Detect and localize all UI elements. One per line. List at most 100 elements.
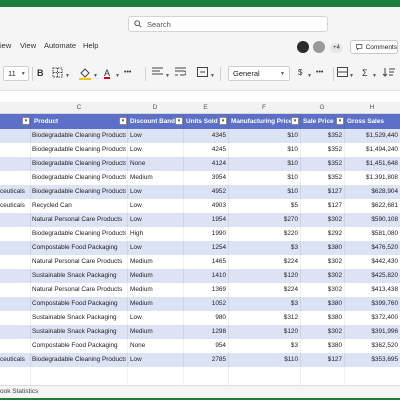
cell-discount-band[interactable]: Low [130, 185, 182, 199]
cell-industry[interactable]: ceuticals [0, 199, 29, 213]
cell-units-sold[interactable]: 1254 [183, 241, 226, 255]
cell-sale-price[interactable]: $302 [300, 269, 342, 283]
cell-sale-price[interactable]: $302 [300, 255, 342, 269]
fill-color-icon[interactable] [79, 67, 91, 83]
cell-gross-sales[interactable]: $1,391,808 [344, 171, 398, 185]
table-row[interactable]: ceuticals Recycled Can Low 4903 $5 $127 $622,6… [0, 199, 400, 213]
cell-manufacturing-price[interactable]: $3 [228, 241, 298, 255]
cell-product[interactable]: Biodegradable Cleaning Products [32, 143, 126, 157]
cell-discount-band[interactable]: None [130, 157, 182, 171]
cell-gross-sales[interactable]: $353,695 [344, 353, 398, 367]
cell-manufacturing-price[interactable]: $5 [228, 199, 298, 213]
cell-units-sold[interactable]: 1298 [183, 325, 226, 339]
chevron-down-icon[interactable]: ▼ [93, 70, 98, 82]
cell-units-sold[interactable]: 1410 [183, 269, 226, 283]
column-letter[interactable]: F [228, 104, 300, 111]
cell-product[interactable]: Sustainable Snack Packaging [32, 325, 126, 339]
cell-product[interactable]: Recycled Can [32, 199, 126, 213]
workbook-statistics-label[interactable]: ook Statistics [0, 388, 38, 395]
menu-view[interactable]: View [20, 41, 36, 50]
insert-cells-icon[interactable] [337, 67, 348, 80]
cell-gross-sales[interactable]: $590,108 [344, 213, 398, 227]
cell-units-sold[interactable]: 2785 [183, 353, 226, 367]
cell-product[interactable]: Compostable Food Packaging [32, 241, 126, 255]
table-row[interactable]: Sustainable Snack Packaging Medium 1410 $12… [0, 269, 400, 283]
bold-icon[interactable]: B [37, 67, 44, 79]
cell-discount-band[interactable]: Medium [130, 269, 182, 283]
cell-discount-band[interactable]: Low [130, 129, 182, 143]
font-size-select[interactable]: 11 ▼ [3, 66, 29, 81]
borders-icon[interactable] [52, 67, 63, 81]
cell-manufacturing-price[interactable]: $3 [228, 339, 298, 353]
cell-industry[interactable] [0, 171, 29, 185]
column-letter[interactable]: E [183, 104, 228, 111]
avatar[interactable] [297, 41, 309, 53]
filter-dropdown-icon[interactable]: ▾ [119, 117, 127, 125]
cell-industry[interactable] [0, 129, 29, 143]
cell-units-sold[interactable]: 4903 [183, 199, 226, 213]
chevron-down-icon[interactable]: ▼ [210, 70, 215, 82]
font-color-icon[interactable]: A [104, 67, 110, 79]
merge-cells-icon[interactable] [197, 67, 208, 80]
cell-gross-sales[interactable]: $1,494,240 [344, 143, 398, 157]
cell-manufacturing-price[interactable]: $312 [228, 311, 298, 325]
cell-sale-price[interactable]: $380 [300, 339, 342, 353]
cell-discount-band[interactable]: Medium [130, 297, 182, 311]
table-row[interactable]: Biodegradable Cleaning Products High 1990 $… [0, 227, 400, 241]
cell-discount-band[interactable]: Medium [130, 255, 182, 269]
align-icon[interactable] [152, 67, 163, 80]
cell-discount-band[interactable]: Medium [130, 171, 182, 185]
cell-units-sold[interactable]: 980 [183, 311, 226, 325]
cell-industry[interactable] [0, 283, 29, 297]
cell-manufacturing-price[interactable]: $120 [228, 325, 298, 339]
cell-units-sold[interactable]: 4245 [183, 143, 226, 157]
cell-gross-sales[interactable]: $425,820 [344, 269, 398, 283]
cell-gross-sales[interactable]: $581,080 [344, 227, 398, 241]
table-row[interactable]: Natural Personal Care Products Low 1954 $27… [0, 213, 400, 227]
cell-gross-sales[interactable]: $391,996 [344, 325, 398, 339]
cell-product[interactable]: Compostable Food Packaging [32, 297, 126, 311]
cell-gross-sales[interactable]: $413,438 [344, 283, 398, 297]
cell-industry[interactable] [0, 157, 29, 171]
cell-gross-sales[interactable]: $362,520 [344, 339, 398, 353]
cell-manufacturing-price[interactable]: $120 [228, 269, 298, 283]
cell-industry[interactable] [0, 311, 29, 325]
cell-units-sold[interactable]: 1990 [183, 227, 226, 241]
cell-manufacturing-price[interactable]: $110 [228, 353, 298, 367]
cell-gross-sales[interactable]: $399,760 [344, 297, 398, 311]
cell-manufacturing-price[interactable]: $10 [228, 185, 298, 199]
table-row[interactable]: ceuticals Biodegradable Cleaning Products… [0, 353, 400, 367]
cell-manufacturing-price[interactable]: $10 [228, 157, 298, 171]
cell-units-sold[interactable]: 3954 [183, 171, 226, 185]
cell-product[interactable]: Sustainable Snack Packaging [32, 311, 126, 325]
cell-industry[interactable]: ceuticals [0, 353, 29, 367]
autosum-icon[interactable]: Σ [362, 67, 368, 79]
cell-sale-price[interactable]: $302 [300, 325, 342, 339]
comments-button[interactable]: Comments [350, 40, 398, 54]
cell-industry[interactable] [0, 269, 29, 283]
cell-product[interactable]: Natural Personal Care Products [32, 255, 126, 269]
chevron-down-icon[interactable]: ▼ [372, 70, 377, 82]
table-row[interactable]: Compostable Food Packaging None 954 $3 $380 $… [0, 339, 400, 353]
cell-industry[interactable] [0, 143, 29, 157]
cell-manufacturing-price[interactable]: $10 [228, 143, 298, 157]
cell-discount-band[interactable]: Low [130, 143, 182, 157]
cell-industry[interactable] [0, 325, 29, 339]
cell-units-sold[interactable]: 954 [183, 339, 226, 353]
cell-units-sold[interactable]: 1465 [183, 255, 226, 269]
chevron-down-icon[interactable]: ▼ [115, 70, 120, 82]
chevron-down-icon[interactable]: ▼ [307, 70, 312, 82]
cell-gross-sales[interactable]: $1,451,648 [344, 157, 398, 171]
cell-manufacturing-price[interactable]: $224 [228, 283, 298, 297]
sort-filter-icon[interactable] [382, 67, 395, 81]
cell-manufacturing-price[interactable]: $3 [228, 297, 298, 311]
cell-manufacturing-price[interactable]: $10 [228, 171, 298, 185]
cell-manufacturing-price[interactable]: $220 [228, 227, 298, 241]
cell-units-sold[interactable]: 4124 [183, 157, 226, 171]
cell-discount-band[interactable]: Low [130, 213, 182, 227]
cell-industry[interactable] [0, 213, 29, 227]
cell-sale-price[interactable]: $352 [300, 171, 342, 185]
table-row[interactable]: Sustainable Snack Packaging Medium 1298 $12… [0, 325, 400, 339]
cell-industry[interactable] [0, 339, 29, 353]
cell-manufacturing-price[interactable]: $10 [228, 129, 298, 143]
